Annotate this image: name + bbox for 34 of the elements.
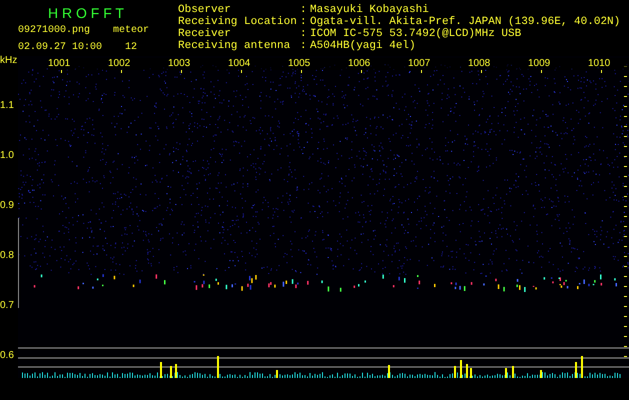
x-axis-label: 1001 (48, 58, 70, 69)
info-label: Receiving Location (178, 16, 298, 28)
datetime-label: 02.09.27 10:00 (17, 41, 102, 55)
x-axis-label: 1006 (348, 58, 370, 69)
info-value: Masayuki Kobayashi (310, 4, 430, 16)
x-axis-label: 1009 (528, 58, 550, 69)
app-title: H R O F F T (47, 4, 125, 22)
x-axis-label: 1004 (228, 58, 250, 69)
x-axis-label: 1007 (408, 58, 430, 69)
info-value: ICOM IC-575 53.7492(@LCD)MHz USB (310, 28, 522, 40)
info-separator: : (300, 40, 308, 52)
y-axis-label: 0.7 (0, 300, 14, 311)
y-axis-label: 1.0 (0, 150, 14, 161)
info-separator: : (300, 4, 308, 16)
x-axis-label: 1008 (468, 58, 490, 69)
info-value: Ogata-vill. Akita-Pref. JAPAN (139.96E, 40.02N) (310, 16, 620, 28)
y-axis-label: 1.1 (0, 100, 14, 111)
meteor-count: 12 (124, 41, 138, 55)
y-axis-label: 0.9 (0, 200, 14, 211)
meteor-label: meteor (112, 24, 150, 38)
x-axis-label: 1003 (168, 58, 190, 69)
x-axis-label: 1002 (108, 58, 130, 69)
x-axis-label: 1005 (288, 58, 310, 69)
info-label: Receiver (178, 28, 232, 40)
info-separator: : (300, 28, 308, 40)
y-axis-label: 0.8 (0, 250, 14, 261)
info-separator: : (300, 16, 308, 28)
y-axis-label: 0.6 (0, 350, 14, 361)
filename-label: 09271000.png (17, 24, 92, 38)
info-label: Receiving antenna (178, 40, 292, 52)
unit-label: kHz (0, 56, 18, 68)
x-axis-label: 1010 (588, 58, 610, 69)
info-label: Observer (178, 4, 232, 16)
info-value: A504HB(yagi 4el) (310, 40, 417, 52)
